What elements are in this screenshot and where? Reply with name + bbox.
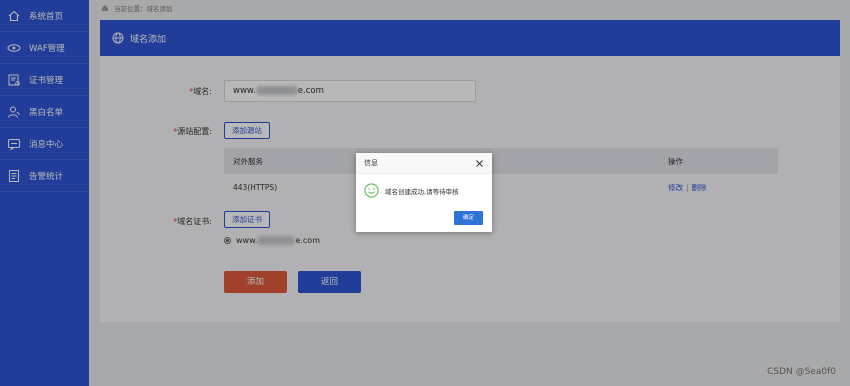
dialog-header: 信息 [356, 153, 492, 174]
app-window: 系统首页 WAF管理 证书管理 黑白名单 消息中心 告警统计 当前位置：域名添加… [0, 0, 850, 386]
dialog-body: 域名创建成功,请等待审核 [356, 174, 492, 198]
smile-icon [364, 183, 379, 198]
close-icon[interactable] [475, 159, 484, 168]
info-dialog: 信息 域名创建成功,请等待审核 确定 [356, 153, 492, 232]
dialog-title: 信息 [364, 159, 378, 167]
watermark: CSDN @Sea0f0 [767, 367, 836, 377]
ok-button[interactable]: 确定 [454, 211, 483, 225]
dialog-message: 域名创建成功,请等待审核 [385, 187, 459, 196]
